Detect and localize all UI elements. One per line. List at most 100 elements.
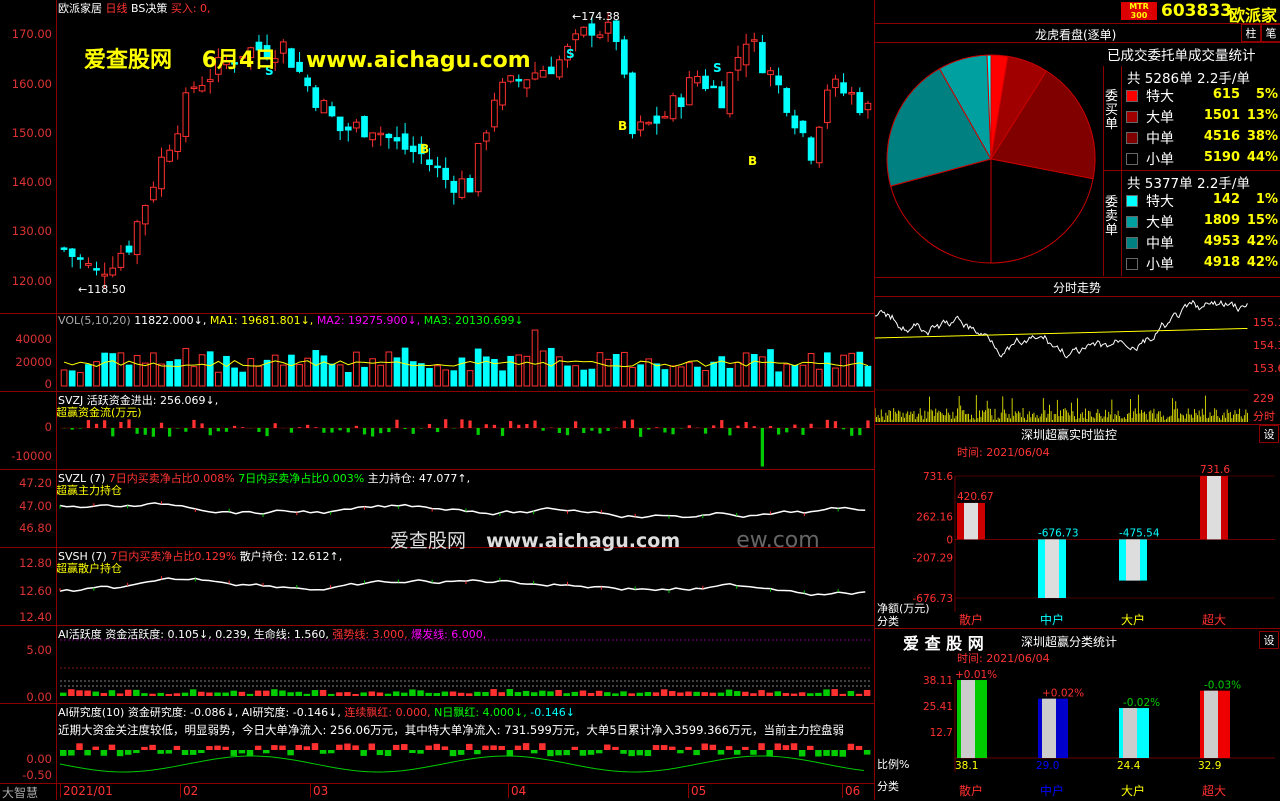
volume-bar xyxy=(297,365,303,386)
candle-body xyxy=(394,138,400,141)
flow-bar xyxy=(533,421,536,428)
flow-bar xyxy=(168,428,171,437)
research-bar xyxy=(141,747,147,750)
activity-bar xyxy=(60,693,66,696)
activity-bar xyxy=(775,691,781,696)
volume-bar xyxy=(207,352,213,386)
candle-body xyxy=(500,82,506,105)
volume-bar xyxy=(678,367,684,386)
intraday-vol-tick: 229 xyxy=(1253,392,1274,405)
activity-bar xyxy=(645,692,651,696)
y-tick: 12.60 xyxy=(4,584,52,598)
ai-research-header-b: 资金研究度: -0.086↓, xyxy=(128,706,238,719)
volume-bar xyxy=(800,365,806,386)
monitor-setting-button[interactable]: 设 xyxy=(1259,425,1279,443)
volume-bar xyxy=(532,330,538,386)
research-bar xyxy=(661,745,667,750)
stock-name: 欧派家 xyxy=(1229,2,1277,26)
volume-bar xyxy=(280,365,286,386)
ai-research-header-a: AI研究度(10) xyxy=(58,706,124,719)
vol-ma2: MA2: 19275.900↓, xyxy=(317,314,420,327)
legend-swatch xyxy=(1126,216,1138,228)
ai-active-panel[interactable]: AI活跃度 资金活跃度: 0.105↓, 0.239, 生命线: 1.560, … xyxy=(0,626,874,704)
candle-body xyxy=(329,107,335,116)
sell-signal: S xyxy=(566,47,575,61)
research-bar xyxy=(133,750,139,753)
research-bar xyxy=(117,750,123,756)
flow-bar xyxy=(517,425,520,428)
y-tick: 40000 xyxy=(4,332,52,346)
research-bar xyxy=(417,750,423,754)
volume-bar xyxy=(768,350,774,386)
monitor-axis-cat: 分类 xyxy=(877,613,899,629)
y-tick: 12.80 xyxy=(4,556,52,570)
intraday-vol-label: 分时 xyxy=(1253,408,1275,424)
volume-bar xyxy=(183,348,189,386)
volume-panel[interactable]: VOL(5,10,20) 11822.000↓, MA1: 19681.801↓… xyxy=(0,314,874,392)
stock-header: MTR 300 603833 欧派家 xyxy=(875,0,1280,24)
research-bar xyxy=(76,743,82,750)
candle-body xyxy=(175,134,181,152)
flow-bar xyxy=(663,428,666,433)
y-tick: 120.00 xyxy=(4,274,52,288)
watermark-site: 爱查股网 xyxy=(84,48,172,73)
volume-bar xyxy=(289,355,295,386)
volume-bar xyxy=(256,366,262,386)
flow-bar xyxy=(152,428,155,437)
volume-bar xyxy=(337,365,343,386)
activity-bar xyxy=(507,689,513,696)
candle-body xyxy=(792,116,798,128)
research-bar xyxy=(304,746,310,750)
candle-body xyxy=(492,100,498,127)
ai-research-panel[interactable]: AI研究度(10) 资金研究度: -0.086↓, AI研究度: -0.146↓… xyxy=(0,704,874,784)
candle-body xyxy=(605,22,611,33)
flow-bar xyxy=(736,426,739,428)
flow-bar xyxy=(200,423,203,428)
y-tick: 170.00 xyxy=(4,27,52,41)
candle-body xyxy=(207,80,213,82)
vol-ma3: MA3: 20130.699↓ xyxy=(424,314,524,327)
research-bar xyxy=(572,747,578,750)
main-chart-panel[interactable]: SSSBBB 欧派家居 日线 BS决策 买入: 0, 爱查股网 6月4日 www… xyxy=(0,0,874,314)
svsh-panel[interactable]: SVSH (7) 7日内买卖净占比0.129% 散户持仓: 12.612↑, 超… xyxy=(0,548,874,626)
candle-body xyxy=(159,157,165,189)
tab-bar[interactable]: 柱 xyxy=(1241,24,1261,42)
monitor-y-tick: 731.6 xyxy=(923,471,953,483)
stat-setting-button[interactable]: 设 xyxy=(1259,631,1279,649)
candle-body xyxy=(183,93,189,137)
flow-bar xyxy=(403,428,406,429)
research-bar xyxy=(791,743,797,750)
flow-bar xyxy=(290,428,293,433)
activity-bar xyxy=(369,691,375,696)
candle-body xyxy=(597,35,603,37)
research-bar xyxy=(101,750,107,756)
stat-bar-highlight xyxy=(961,680,975,758)
flow-bar xyxy=(347,428,350,432)
activity-bar xyxy=(547,691,553,696)
flow-bar xyxy=(298,427,301,428)
research-bar xyxy=(775,743,781,750)
volume-bar xyxy=(102,353,108,386)
flow-bar xyxy=(655,427,658,428)
stat-value-label: 32.9 xyxy=(1198,760,1221,772)
stat-bar-highlight xyxy=(1204,691,1218,758)
activity-bar xyxy=(149,694,155,696)
activity-bar xyxy=(68,689,74,696)
candle-body xyxy=(581,27,587,35)
research-bar xyxy=(856,746,862,750)
research-bar xyxy=(710,745,716,750)
order-count: 4953 xyxy=(1196,234,1240,249)
date-axis: 大智慧 2021/01 02 03 04 05 06 xyxy=(0,784,874,800)
order-count: 615 xyxy=(1196,87,1240,102)
tab-line[interactable]: 笔 xyxy=(1261,24,1280,42)
svzj-panel[interactable]: SVZJ 活跃资金进出: 256.069↓, 超赢资金流(万元) 0 -1000… xyxy=(0,392,874,470)
date-tick: 04 xyxy=(508,784,526,798)
candle-body xyxy=(378,133,384,135)
research-bar xyxy=(174,746,180,750)
activity-bar xyxy=(434,693,440,696)
candle-body xyxy=(703,76,709,88)
activity-bar xyxy=(637,693,643,696)
y-tick: 140.00 xyxy=(4,175,52,189)
candle-body xyxy=(654,116,660,123)
intraday-chart[interactable] xyxy=(875,298,1251,424)
